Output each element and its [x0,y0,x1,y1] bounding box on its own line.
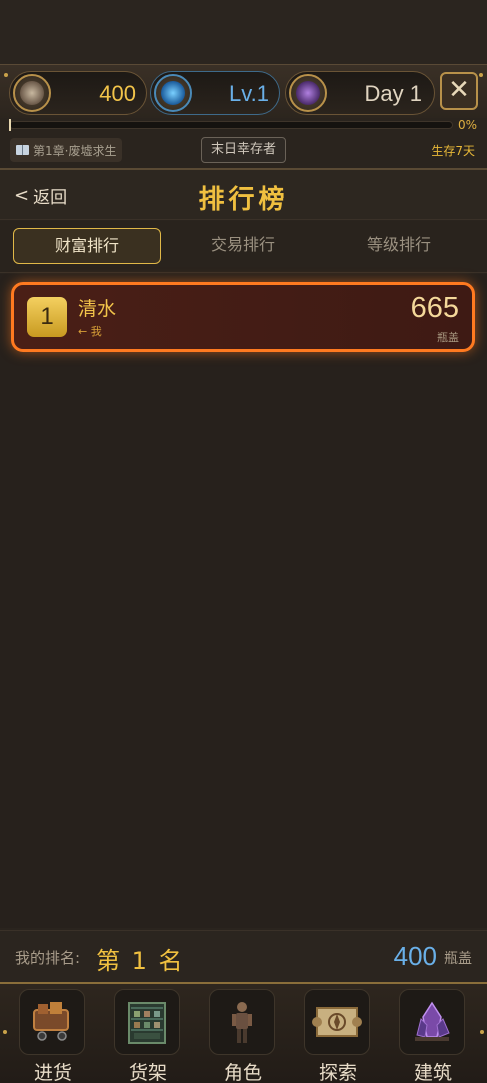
day-counter[interactable]: Day 1 [285,71,435,115]
page-header: < 返回 排行榜 [0,168,487,220]
rank-badge: 1 [27,297,67,337]
nav-label: 探索 [318,1062,357,1083]
nav-label: 建筑 [413,1062,452,1083]
player-name: 清水 [78,298,117,320]
status-bar-spacer [0,0,487,64]
my-rank-bar: 我的排名: 第 1 名 400 瓶盖 [0,930,487,982]
shelf-icon [114,989,180,1055]
nav-label: 进货 [33,1062,72,1083]
resource-bar: 400 Lv.1 Day 1 [0,64,487,118]
my-caps-unit: 瓶盖 [444,951,472,967]
ranking-list: 1 清水 ← 我 665 瓶盖 [0,274,487,928]
score-unit: 瓶盖 [437,331,459,344]
nav-label: 角色 [223,1062,262,1083]
bottlecap-icon [13,74,51,112]
tab-trade[interactable]: 交易排行 [169,228,317,264]
day-value: Day 1 [364,81,422,106]
self-marker: ← 我 [78,325,102,338]
close-icon: ✕ [448,75,470,105]
chapter-tag[interactable]: 第1章·废墟求生 [10,138,123,162]
nav-item-shelf[interactable]: 货架 [102,986,194,1083]
my-caps-value: 400 [393,941,437,971]
close-button[interactable]: ✕ [440,72,478,110]
nav-item-build[interactable]: 建筑 [387,986,479,1083]
progress-track [9,121,453,129]
gem-icon [154,74,192,112]
cart-icon [19,989,85,1055]
character-icon [209,989,275,1055]
frame-dot [4,73,8,77]
level-counter[interactable]: Lv.1 [150,71,280,115]
tab-wealth[interactable]: 财富排行 [13,228,161,264]
chapter-label: 第1章·废墟求生 [33,143,117,158]
my-rank-label: 我的排名: [15,949,81,967]
ranking-row[interactable]: 1 清水 ← 我 665 瓶盖 [11,282,475,352]
chapter-progress: 0% [0,118,487,134]
nav-label: 货架 [128,1062,167,1083]
frame-dot [479,73,483,77]
frame-dot [480,1030,484,1034]
player-score: 665 [410,292,459,324]
chapter-row: 第1章·废墟求生 末日幸存者 生存7天 [0,136,487,166]
progress-percent: 0% [457,118,477,132]
survive-goal: 生存7天 [431,144,475,158]
nav-item-explore[interactable]: 探索 [292,986,384,1083]
caps-value: 400 [99,81,136,106]
progress-marker [9,119,11,131]
page-title: 排行榜 [198,185,289,215]
player-title-badge[interactable]: 末日幸存者 [201,137,287,163]
nav-item-restock[interactable]: 进货 [7,986,99,1083]
tab-level[interactable]: 等级排行 [325,228,473,264]
nav-item-character[interactable]: 角色 [197,986,289,1083]
level-value: Lv.1 [229,81,269,106]
bottom-nav: 进货 货架 角色 探索 建筑 [0,982,487,1083]
crystal-icon [399,989,465,1055]
calendar-icon [289,74,327,112]
ranking-tabs: 财富排行 交易排行 等级排行 [0,221,487,273]
my-rank-place: 第 1 名 [96,947,185,975]
book-icon [16,145,29,155]
caps-counter[interactable]: 400 [9,71,147,115]
map-icon [304,989,370,1055]
